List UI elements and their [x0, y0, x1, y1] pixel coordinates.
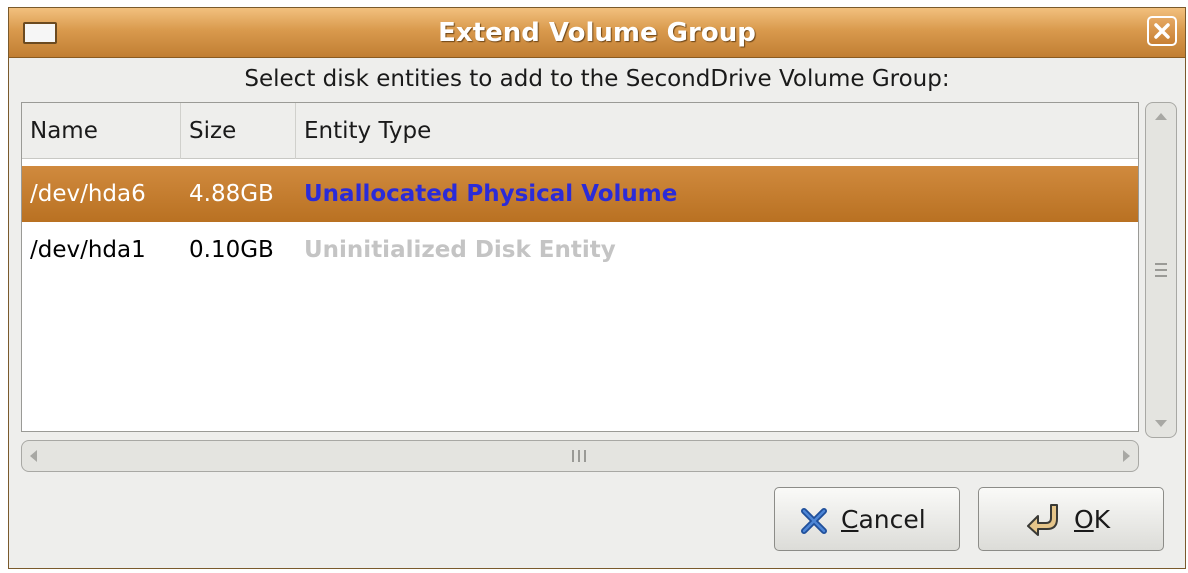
- vertical-scrollbar[interactable]: [1145, 102, 1177, 438]
- row-entity-type: Uninitialized Disk Entity: [304, 237, 616, 263]
- scroll-down-icon[interactable]: [1155, 420, 1167, 427]
- row-name: /dev/hda1: [30, 237, 146, 263]
- ok-button[interactable]: OK: [978, 487, 1164, 551]
- title-bar[interactable]: Extend Volume Group: [9, 8, 1185, 58]
- close-button[interactable]: [1147, 16, 1177, 46]
- extend-volume-group-dialog: Extend Volume Group Select disk entities…: [8, 7, 1186, 569]
- cancel-button[interactable]: Cancel: [774, 487, 960, 551]
- row-name: /dev/hda6: [30, 181, 146, 207]
- return-arrow-icon: [1027, 504, 1058, 536]
- window-title: Extend Volume Group: [438, 18, 756, 48]
- scroll-left-icon[interactable]: [30, 450, 37, 462]
- cancel-label: Cancel: [841, 505, 926, 534]
- ok-label: OK: [1074, 505, 1111, 534]
- list-header: Name Size Entity Type: [22, 103, 1138, 159]
- close-icon: [1154, 23, 1170, 39]
- scroll-up-icon[interactable]: [1155, 113, 1167, 120]
- x-cancel-icon: [801, 508, 827, 534]
- disk-entity-list[interactable]: Name Size Entity Type /dev/hda6 4.88GB U…: [21, 102, 1139, 432]
- column-header-size[interactable]: Size: [181, 103, 296, 159]
- scroll-grip-icon[interactable]: [1155, 263, 1167, 277]
- row-entity-type: Unallocated Physical Volume: [304, 181, 678, 207]
- table-row[interactable]: /dev/hda6 4.88GB Unallocated Physical Vo…: [22, 166, 1138, 222]
- scroll-right-icon[interactable]: [1123, 450, 1130, 462]
- horizontal-scrollbar[interactable]: [21, 440, 1139, 472]
- table-row[interactable]: /dev/hda1 0.10GB Uninitialized Disk Enti…: [22, 222, 1138, 278]
- column-header-entity-type[interactable]: Entity Type: [296, 103, 1138, 159]
- instruction-text: Select disk entities to add to the Secon…: [244, 66, 950, 92]
- row-size: 0.10GB: [189, 237, 274, 263]
- row-size: 4.88GB: [189, 181, 274, 207]
- scroll-grip-icon[interactable]: [572, 450, 586, 462]
- column-header-name[interactable]: Name: [22, 103, 181, 159]
